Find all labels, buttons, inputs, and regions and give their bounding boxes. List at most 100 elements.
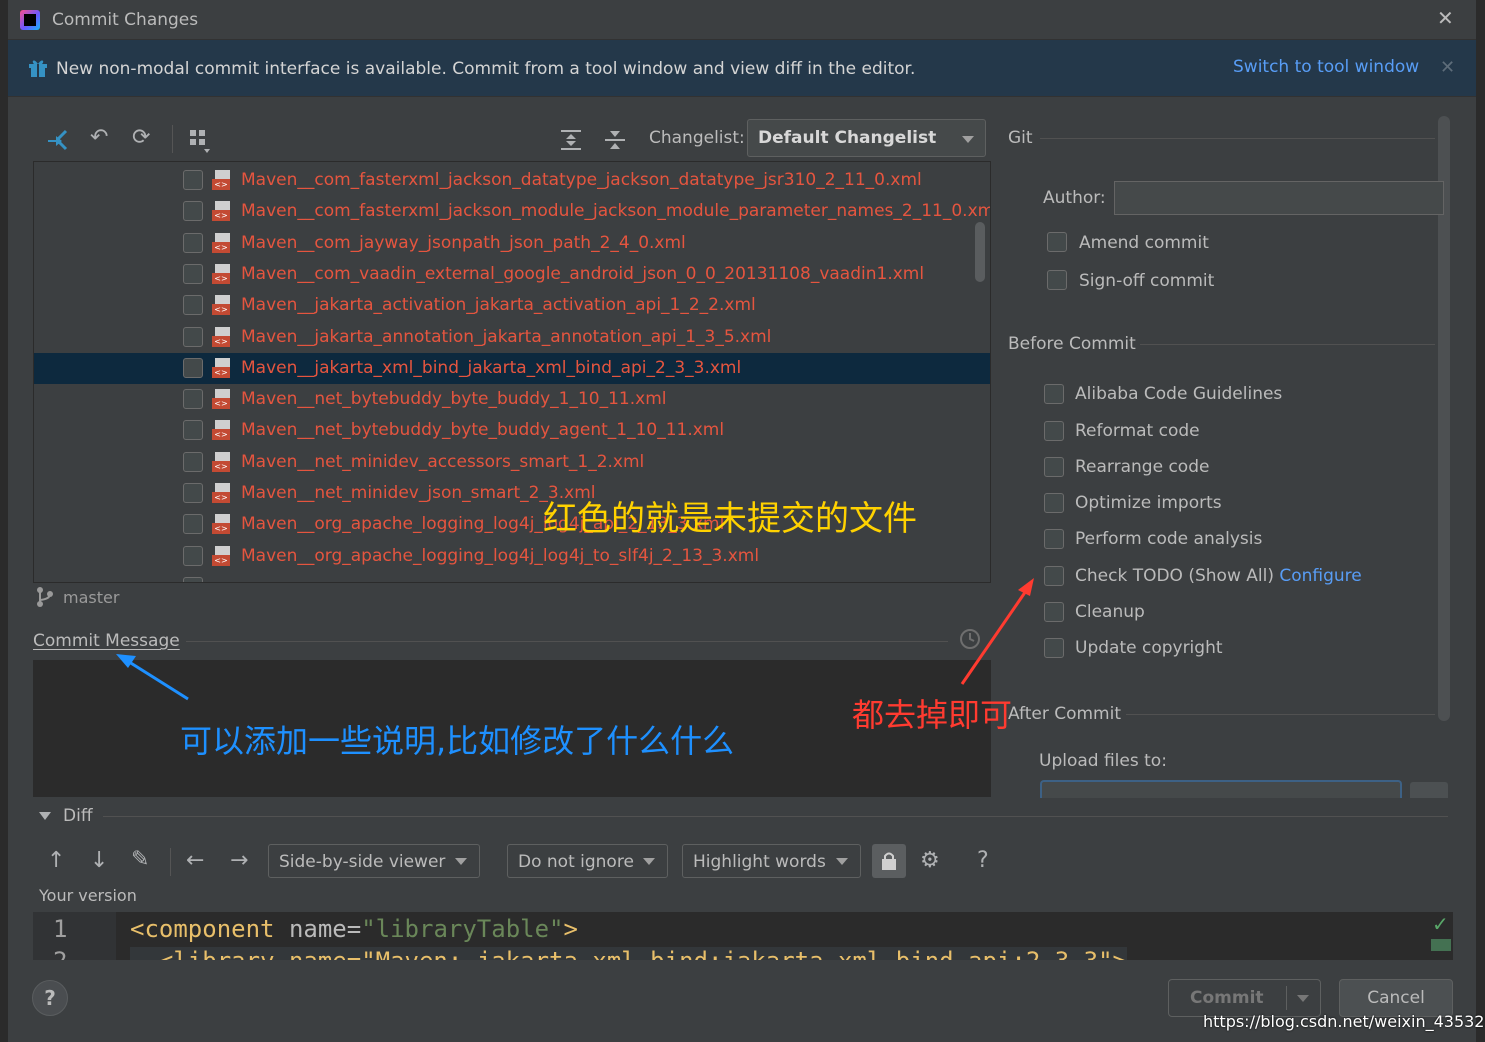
file-row[interactable]: <> Maven__com_fasterxml_jackson_module_ja… bbox=[34, 196, 990, 227]
file-row[interactable]: <> Maven__net_bytebuddy_byte_buddy_agent_… bbox=[34, 415, 990, 446]
before-commit-checkbox[interactable] bbox=[1044, 529, 1064, 549]
group-by-icon[interactable] bbox=[188, 128, 214, 154]
before-commit-option-label[interactable]: Cleanup bbox=[1075, 602, 1145, 622]
file-name: Maven__net_bytebuddy_byte_buddy_agent_1_… bbox=[241, 420, 725, 441]
toolbar-separator bbox=[170, 848, 171, 876]
viewer-mode-dropdown[interactable]: Side-by-side viewer bbox=[268, 844, 480, 878]
file-checkbox[interactable] bbox=[183, 170, 203, 190]
before-commit-checkbox[interactable] bbox=[1044, 602, 1064, 622]
amend-commit-label[interactable]: Amend commit bbox=[1079, 233, 1209, 253]
background-ide-left bbox=[0, 0, 8, 1042]
highlight-mode-value: Highlight words bbox=[693, 852, 826, 872]
file-checkbox[interactable] bbox=[183, 263, 203, 284]
switch-to-tool-window-link[interactable]: Switch to tool window bbox=[1233, 57, 1419, 77]
file-checkbox[interactable] bbox=[183, 576, 203, 582]
background-ide-right bbox=[1476, 0, 1485, 1042]
diff-help-icon[interactable]: ? bbox=[977, 848, 989, 873]
signoff-commit-label[interactable]: Sign-off commit bbox=[1079, 271, 1214, 291]
collapse-diff-chevron-icon[interactable] bbox=[39, 812, 51, 820]
file-checkbox[interactable] bbox=[183, 295, 203, 316]
chevron-down-icon[interactable] bbox=[1297, 995, 1309, 1002]
before-commit-checkbox[interactable] bbox=[1044, 384, 1064, 404]
window-title: Commit Changes bbox=[52, 10, 199, 30]
before-commit-option-label[interactable]: Update copyright bbox=[1075, 638, 1223, 658]
refresh-icon[interactable]: ⟳ bbox=[132, 125, 150, 150]
rollback-icon[interactable]: ↶ bbox=[90, 125, 108, 150]
file-checkbox[interactable] bbox=[183, 514, 203, 535]
file-row[interactable]: <> Maven__com_vaadin_external_google_andr… bbox=[34, 259, 990, 290]
changelist-dropdown[interactable]: Default Changelist bbox=[747, 119, 986, 157]
xml-file-icon: <> bbox=[212, 295, 232, 316]
before-commit-option-label[interactable]: Rearrange code bbox=[1075, 457, 1209, 477]
clock-history-icon[interactable] bbox=[959, 628, 981, 650]
file-row[interactable]: <> Maven__org_apache_logging_log4j_log4j_… bbox=[34, 541, 990, 572]
xml-file-icon: <> bbox=[212, 170, 232, 191]
author-input[interactable] bbox=[1114, 181, 1444, 215]
file-checkbox[interactable] bbox=[183, 389, 203, 410]
file-checkbox[interactable] bbox=[183, 326, 203, 347]
lock-scrolling-button[interactable] bbox=[872, 844, 906, 878]
file-checkbox[interactable] bbox=[183, 545, 203, 566]
banner-close-icon[interactable]: ✕ bbox=[1440, 57, 1455, 78]
before-commit-checkbox[interactable] bbox=[1044, 457, 1064, 477]
divider bbox=[1286, 986, 1287, 1010]
collapse-all-icon[interactable] bbox=[604, 128, 626, 152]
file-checkbox[interactable] bbox=[183, 451, 203, 472]
file-checkbox[interactable] bbox=[183, 232, 203, 253]
banner-text: New non-modal commit interface is availa… bbox=[56, 59, 916, 79]
file-row[interactable]: <> Maven__jakarta_xml_bind_jakarta_xml_bi… bbox=[34, 352, 990, 384]
file-tree-scrollbar[interactable] bbox=[975, 222, 985, 282]
commit-button-label: Commit bbox=[1190, 988, 1264, 1008]
before-commit-checkbox[interactable] bbox=[1044, 493, 1064, 513]
signoff-commit-checkbox[interactable] bbox=[1047, 270, 1067, 290]
before-commit-option-label[interactable]: Reformat code bbox=[1075, 421, 1200, 441]
file-row-partial[interactable] bbox=[34, 572, 990, 582]
toolbar-separator bbox=[172, 125, 173, 153]
settings-gear-icon[interactable]: ⚙ bbox=[920, 848, 940, 873]
edit-source-icon[interactable]: ✎ bbox=[131, 847, 149, 872]
upload-config-button[interactable] bbox=[1410, 782, 1448, 798]
amend-commit-checkbox[interactable] bbox=[1047, 232, 1067, 252]
before-commit-checkbox[interactable] bbox=[1044, 638, 1064, 658]
configure-todo-link[interactable]: Configure bbox=[1279, 566, 1361, 586]
watermark: https://blog.csdn.net/weixin_43532998 bbox=[1203, 1012, 1485, 1031]
file-row[interactable]: <> Maven__jakarta_annotation_jakarta_anno… bbox=[34, 322, 990, 353]
code-line-1: <component name="libraryTable"> bbox=[130, 915, 578, 943]
divider bbox=[103, 816, 1448, 817]
diff-editor[interactable]: 1 2 <component name="libraryTable"> <lib… bbox=[33, 912, 1453, 960]
ignore-whitespace-dropdown[interactable]: Do not ignore bbox=[507, 844, 668, 878]
file-row[interactable]: <> Maven__net_minidev_accessors_smart_1_2… bbox=[34, 447, 990, 478]
changelist-label: Changelist: bbox=[649, 128, 745, 148]
previous-file-icon[interactable]: ← bbox=[186, 848, 204, 873]
check-icon: ✓ bbox=[1432, 912, 1449, 936]
file-name: Maven__org_apache_logging_log4j_log4j_to… bbox=[241, 545, 760, 566]
expand-all-icon[interactable] bbox=[560, 128, 582, 152]
before-commit-checkbox[interactable] bbox=[1044, 566, 1064, 586]
file-checkbox[interactable] bbox=[183, 420, 203, 441]
code-token: name bbox=[288, 915, 347, 943]
file-row[interactable]: <> Maven__net_bytebuddy_byte_buddy_1_10_1… bbox=[34, 384, 990, 415]
lock-icon bbox=[882, 852, 896, 870]
show-diff-icon[interactable] bbox=[44, 127, 70, 153]
file-checkbox[interactable] bbox=[183, 483, 203, 503]
upload-files-label: Upload files to: bbox=[1039, 751, 1167, 771]
before-commit-option-label[interactable]: Perform code analysis bbox=[1075, 529, 1262, 549]
before-commit-option-label[interactable]: Optimize imports bbox=[1075, 493, 1222, 513]
help-button[interactable]: ? bbox=[32, 980, 68, 1016]
close-icon[interactable]: ✕ bbox=[1437, 6, 1454, 30]
file-checkbox[interactable] bbox=[183, 357, 203, 378]
highlight-mode-dropdown[interactable]: Highlight words bbox=[682, 844, 861, 878]
next-difference-icon[interactable]: ↓ bbox=[90, 848, 108, 873]
next-file-icon[interactable]: → bbox=[230, 848, 248, 873]
upload-server-dropdown[interactable] bbox=[1040, 780, 1402, 798]
before-commit-section-title: Before Commit bbox=[1008, 334, 1136, 354]
file-row[interactable]: <> Maven__com_fasterxml_jackson_datatype_… bbox=[34, 165, 990, 196]
diff-section-title[interactable]: Diff bbox=[63, 806, 93, 826]
before-commit-checkbox[interactable] bbox=[1044, 421, 1064, 441]
previous-difference-icon[interactable]: ↑ bbox=[47, 848, 65, 873]
before-commit-option-label[interactable]: Check TODO (Show All) Configure bbox=[1075, 566, 1362, 586]
file-row[interactable]: <> Maven__jakarta_activation_jakarta_acti… bbox=[34, 290, 990, 321]
file-row[interactable]: <> Maven__com_jayway_jsonpath_json_path_2… bbox=[34, 228, 990, 259]
file-checkbox[interactable] bbox=[183, 201, 203, 222]
before-commit-option-label[interactable]: Alibaba Code Guidelines bbox=[1075, 384, 1282, 404]
